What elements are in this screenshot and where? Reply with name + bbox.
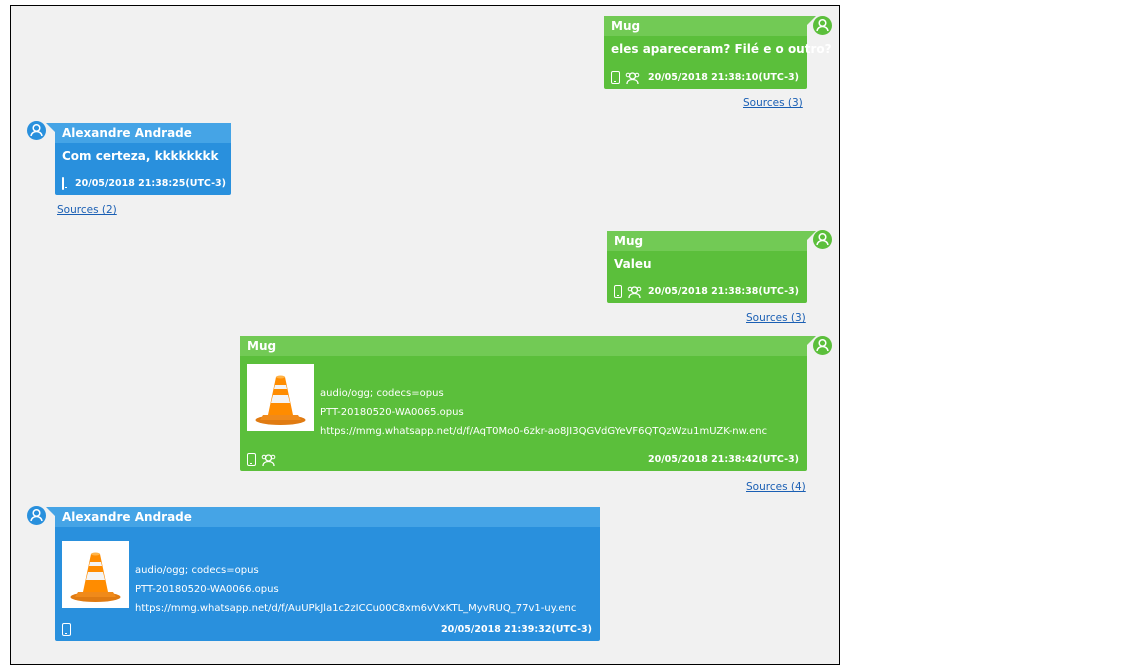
attachment-mime: audio/ogg; codecs=opus <box>320 388 444 399</box>
sender-name: Mug <box>240 336 807 356</box>
vlc-cone-icon[interactable] <box>62 541 129 608</box>
attachment-url[interactable]: https://mmg.whatsapp.net/d/f/AuUPkJla1c2… <box>135 599 576 618</box>
message-text: Com certeza, kkkkkkkk <box>62 149 219 163</box>
user-avatar-icon <box>813 16 832 35</box>
group-icon <box>627 284 642 299</box>
attachment-filename: PTT-20180520-WA0066.opus <box>135 584 279 595</box>
attachment-filename: PTT-20180520-WA0065.opus <box>320 407 464 418</box>
attachment-details: audio/ogg; codecs=opus PTT-20180520-WA00… <box>320 384 767 441</box>
phone-icon <box>62 622 71 636</box>
message-meta: 20/05/2018 21:38:42(UTC-3) <box>247 452 799 467</box>
message-meta: 20/05/2018 21:39:32(UTC-3) <box>62 622 592 636</box>
message-meta: 20/05/2018 21:38:25(UTC-3) <box>62 176 227 190</box>
timestamp: 20/05/2018 21:39:32(UTC-3) <box>440 623 592 635</box>
message-text: Valeu <box>614 257 652 271</box>
bubble-tail <box>46 507 55 516</box>
group-icon <box>261 452 276 467</box>
attachment-mime: audio/ogg; codecs=opus <box>135 565 259 576</box>
timestamp: 20/05/2018 21:38:10(UTC-3) <box>647 71 799 83</box>
timestamp: 20/05/2018 21:38:38(UTC-3) <box>647 285 799 297</box>
sender-name: Mug <box>607 231 807 251</box>
vlc-cone-icon[interactable] <box>247 364 314 431</box>
user-avatar-icon <box>27 506 46 525</box>
chat-panel: Mug eles apareceram? Filé e o outro? 20/… <box>10 5 840 665</box>
bubble-tail <box>46 123 55 132</box>
message-bubble[interactable]: Mug eles apareceram? Filé e o outro? 20/… <box>604 16 832 89</box>
message-bubble[interactable]: Alexandre Andrade audio/ogg; codecs=opus… <box>46 507 600 641</box>
sources-link[interactable]: Sources (3) <box>743 97 803 109</box>
sender-name: Mug <box>604 16 807 36</box>
phone-icon <box>614 284 622 298</box>
sources-link[interactable]: Sources (2) <box>57 204 117 216</box>
sources-link[interactable]: Sources (4) <box>746 481 806 493</box>
message-meta: 20/05/2018 21:38:10(UTC-3) <box>611 70 799 85</box>
sender-name: Alexandre Andrade <box>55 507 600 527</box>
attachment-url[interactable]: https://mmg.whatsapp.net/d/f/AqT0Mo0-6zk… <box>320 422 767 441</box>
user-avatar-icon <box>813 336 832 355</box>
group-icon <box>625 70 640 85</box>
message-bubble[interactable]: Mug Valeu 20/05/2018 21:38:38(UTC-3) <box>607 231 816 303</box>
message-text: eles apareceram? Filé e o outro? <box>611 42 832 56</box>
user-avatar-icon <box>813 230 832 249</box>
phone-icon <box>247 452 256 466</box>
phone-icon <box>62 176 67 190</box>
timestamp: 20/05/2018 21:38:42(UTC-3) <box>647 453 799 465</box>
message-meta: 20/05/2018 21:38:38(UTC-3) <box>614 284 799 299</box>
timestamp: 20/05/2018 21:38:25(UTC-3) <box>75 177 227 189</box>
user-avatar-icon <box>27 121 46 140</box>
message-bubble[interactable]: Mug audio/ogg; codecs=opus PTT-20180520-… <box>240 336 816 471</box>
sources-link[interactable]: Sources (3) <box>746 312 806 324</box>
sender-name: Alexandre Andrade <box>55 123 231 143</box>
message-bubble[interactable]: Alexandre Andrade Com certeza, kkkkkkkk … <box>46 123 231 195</box>
phone-icon <box>611 70 620 84</box>
attachment-details: audio/ogg; codecs=opus PTT-20180520-WA00… <box>135 561 576 618</box>
